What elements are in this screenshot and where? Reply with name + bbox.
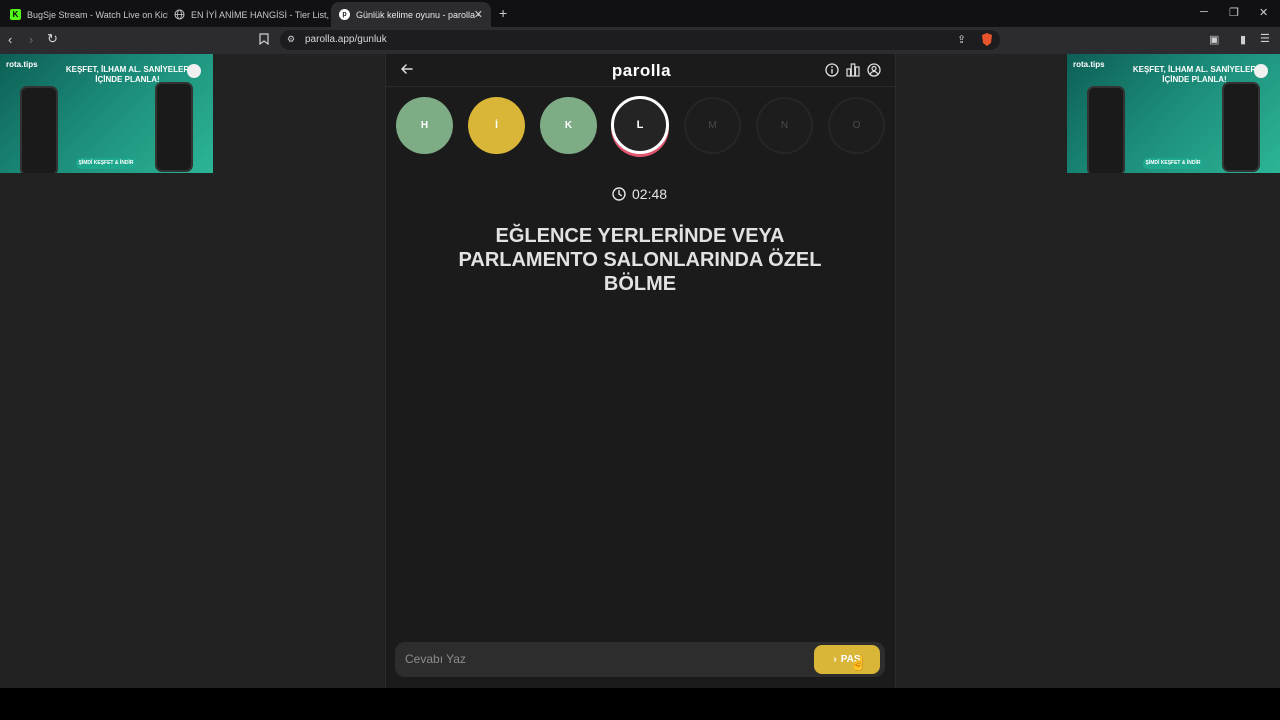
reload-icon[interactable]: ↻ — [47, 31, 58, 47]
app-header: parolla — [386, 54, 897, 87]
screenshot-icon[interactable]: ▣ — [1209, 33, 1219, 46]
parolla-icon: p — [339, 9, 350, 20]
letter-circle-l-current: L — [611, 96, 669, 154]
letter-circle-k: K — [540, 97, 597, 154]
timer-value: 02:48 — [632, 186, 668, 202]
ad-dot-icon — [1254, 64, 1268, 78]
letter-circle-i: İ — [468, 97, 525, 154]
ad-phone-image — [1087, 86, 1125, 173]
new-tab-button[interactable]: + — [499, 5, 507, 21]
letter-label: İ — [495, 120, 498, 131]
minimize-icon[interactable]: ─ — [1200, 6, 1208, 18]
brave-shield-icon[interactable] — [980, 32, 994, 50]
tab-title: EN İYİ ANİME HANGİSİ - Tier List, Kö — [191, 9, 330, 20]
ad-phone-image — [155, 82, 193, 172]
answer-input[interactable] — [405, 649, 805, 669]
ad-phone-image — [20, 86, 58, 173]
browser-tab-anime[interactable]: EN İYİ ANİME HANGİSİ - Tier List, Kö — [166, 2, 330, 27]
browser-tab-kick[interactable]: K BugSje Stream - Watch Live on Kick — [2, 2, 168, 27]
window-close-icon[interactable]: ✕ — [1259, 6, 1268, 19]
back-icon[interactable]: ‹ — [8, 32, 12, 47]
share-icon[interactable]: ⇪ — [957, 33, 966, 46]
pass-button[interactable]: › PAS — [814, 645, 880, 674]
browser-tab-parolla[interactable]: p Günlük kelime oyunu - parolla - ✕ — [331, 2, 491, 27]
info-icon[interactable] — [825, 63, 839, 77]
letter-label: K — [564, 120, 573, 131]
address-bar[interactable] — [280, 30, 1000, 50]
timer: 02:48 — [612, 186, 667, 202]
site-info-icon[interactable]: ⚙ — [287, 34, 295, 45]
menu-icon[interactable]: ☰ — [1260, 32, 1270, 45]
tab-title: BugSje Stream - Watch Live on Kick — [27, 9, 168, 20]
letter-label: H — [420, 120, 429, 131]
ad-cta[interactable]: ŞİMDİ KEŞFET & İNDİR — [76, 158, 136, 169]
hand-cursor-icon: ☝ — [850, 655, 868, 671]
bookmark-icon[interactable] — [259, 33, 269, 48]
sidebar-toggle-icon[interactable]: ▮ — [1240, 33, 1246, 46]
letter-label: M — [708, 120, 717, 131]
ad-brand: rota.tips — [1073, 60, 1105, 69]
forward-icon[interactable]: › — [29, 32, 33, 47]
clock-icon — [612, 187, 626, 201]
question-text: EĞLENCE YERLERİNDE VEYA PARLAMENTO SALON… — [458, 225, 822, 295]
close-tab-icon[interactable]: ✕ — [474, 8, 483, 21]
letter-label: O — [852, 120, 861, 131]
ad-brand: rota.tips — [6, 60, 38, 69]
ad-dot-icon — [187, 64, 201, 78]
chevron-right-icon: › — [833, 654, 837, 665]
letter-circle-m: M — [684, 97, 741, 154]
letter-circle-n: N — [756, 97, 813, 154]
url-text[interactable]: parolla.app/gunluk — [305, 34, 387, 45]
ad-phone-image — [1222, 82, 1260, 172]
kick-icon: K — [10, 9, 21, 20]
taskbar-strip — [0, 688, 1280, 720]
letter-circle-h: H — [396, 97, 453, 154]
letter-label: N — [780, 120, 789, 131]
ad-banner-left[interactable]: rota.tips KEŞFET, İLHAM AL. SANİYELER İÇ… — [0, 54, 213, 173]
profile-icon[interactable] — [867, 63, 881, 77]
tab-title: Günlük kelime oyunu - parolla - — [356, 9, 481, 20]
ad-cta[interactable]: ŞİMDİ KEŞFET & İNDİR — [1143, 158, 1203, 169]
ad-banner-right[interactable]: rota.tips KEŞFET, İLHAM AL. SANİYELER İÇ… — [1067, 54, 1280, 173]
stats-icon[interactable] — [846, 63, 860, 77]
letter-circle-o: O — [828, 97, 885, 154]
letter-label: L — [636, 119, 644, 131]
restore-icon[interactable]: ❐ — [1229, 6, 1239, 19]
globe-icon — [174, 9, 185, 20]
browser-tab-bar: K BugSje Stream - Watch Live on Kick EN … — [0, 0, 1280, 27]
app-logo[interactable]: parolla — [386, 61, 897, 81]
